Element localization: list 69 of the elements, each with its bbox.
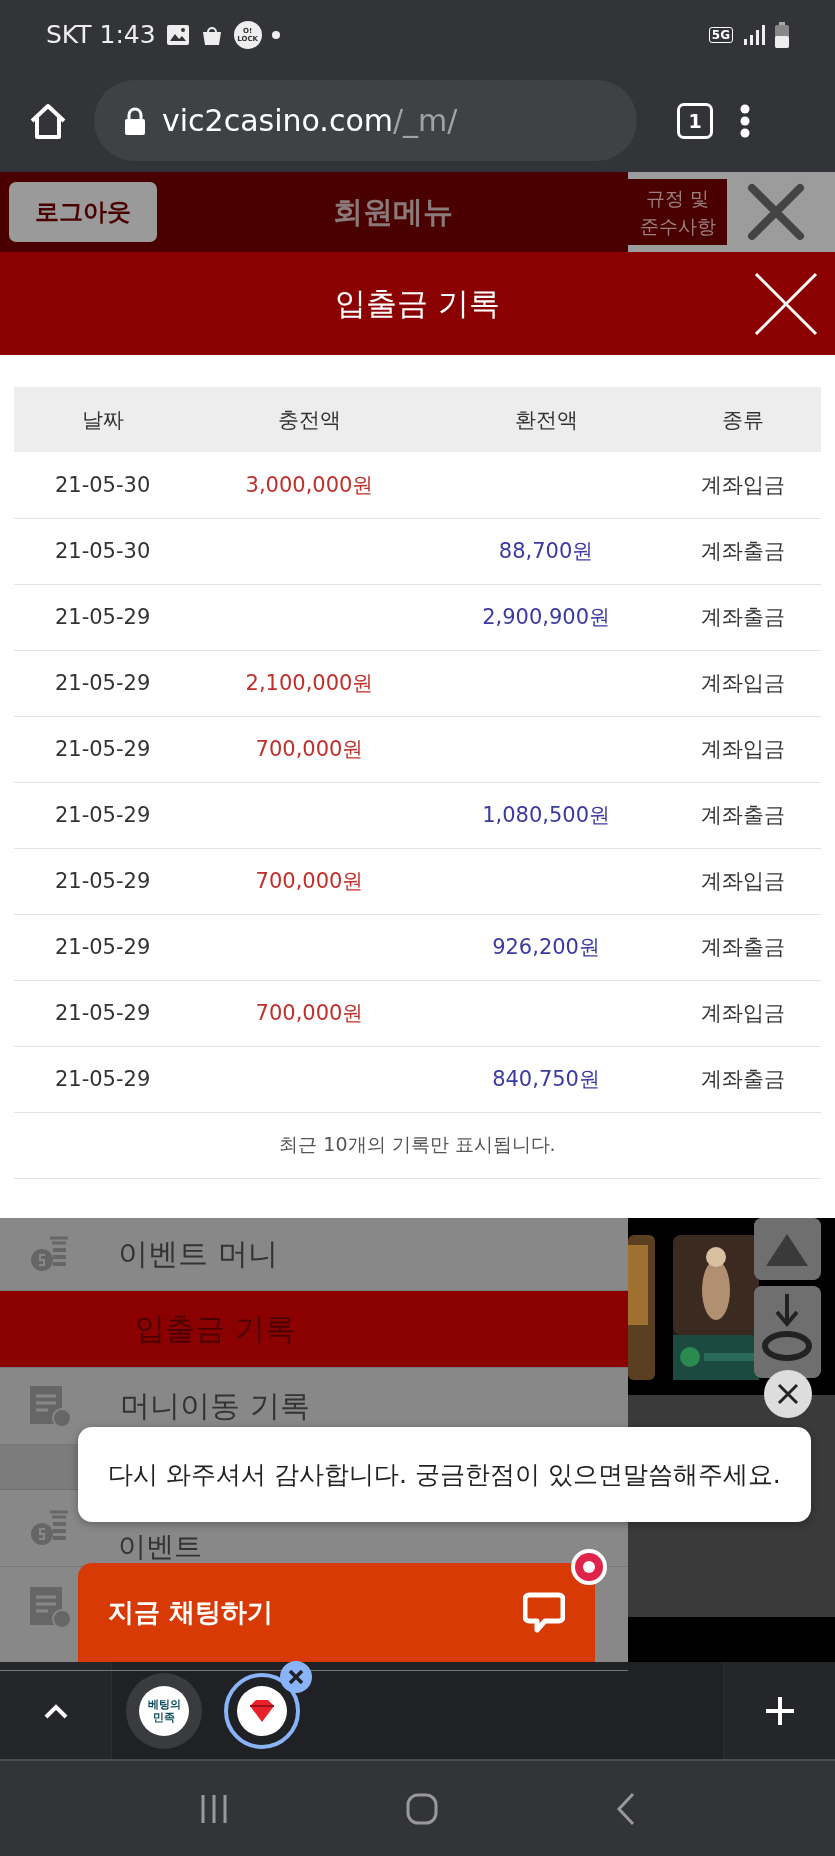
download-icon[interactable] [754, 1286, 821, 1378]
browser-tab[interactable]: 베팅의 민족 [126, 1672, 202, 1749]
amount-cell: 700,000원 [255, 737, 364, 761]
image-icon [165, 23, 190, 46]
document-icon [28, 1384, 72, 1428]
chat-bubble-icon [523, 1591, 565, 1634]
column-header: 환전액 [427, 387, 665, 452]
lock-icon [124, 106, 146, 135]
date-cell: 21-05-29 [54, 1001, 151, 1025]
battery-icon [775, 21, 789, 48]
url-text: vic2casino.com/_m/ [162, 103, 458, 138]
expand-button[interactable] [0, 1662, 112, 1759]
date-cell: 21-05-29 [54, 737, 151, 761]
type-cell: 계좌입금 [700, 1001, 785, 1025]
status-time: SKT 1:43 [46, 20, 156, 49]
more-icon[interactable] [739, 103, 751, 138]
notification-dot-icon [570, 1548, 608, 1586]
home-icon[interactable] [28, 101, 68, 140]
amount-cell: 700,000원 [255, 869, 364, 893]
chat-greeting-toast: 다시 와주셔서 감사합니다. 궁금한점이 있으면말씀해주세요. [78, 1427, 811, 1522]
column-header: 종류 [664, 387, 821, 452]
modal-title: 입출금 기록 [335, 283, 500, 323]
type-cell: 계좌출금 [700, 935, 785, 959]
close-icon[interactable] [280, 1660, 312, 1693]
coins-icon [28, 1510, 70, 1546]
type-cell: 계좌입금 [700, 737, 785, 761]
date-cell: 21-05-29 [54, 869, 151, 893]
site-favicon: 베팅의 민족 [139, 1685, 189, 1736]
amount-cell: 1,080,500원 [482, 803, 610, 827]
coins-icon [28, 1236, 70, 1272]
network-label: 5G [708, 26, 733, 43]
back-icon[interactable] [616, 1791, 637, 1826]
amount-cell: 2,900,900원 [482, 605, 610, 629]
tab-count-button[interactable]: 1 [677, 102, 713, 139]
type-cell: 계좌입금 [700, 869, 785, 893]
gem-icon [248, 1697, 276, 1724]
amount-cell: 88,700원 [498, 539, 594, 563]
type-cell: 계좌출금 [700, 605, 785, 629]
amount-cell: 840,750원 [492, 1067, 600, 1091]
column-header: 날짜 [14, 387, 192, 452]
table-note: 최근 10개의 기록만 표시됩니다. [279, 1133, 556, 1155]
amount-cell: 926,200원 [492, 935, 600, 959]
date-cell: 21-05-29 [54, 803, 151, 827]
amount-cell: 2,100,000원 [245, 671, 374, 695]
type-cell: 계좌출금 [700, 539, 785, 563]
home-button-icon[interactable] [406, 1792, 439, 1825]
logout-button[interactable]: 로그아웃 [9, 182, 157, 242]
plus-icon [764, 1695, 795, 1726]
date-cell: 21-05-29 [54, 935, 151, 959]
chat-button[interactable]: 지금 채팅하기 [78, 1563, 595, 1662]
signal-icon [743, 23, 765, 46]
dot-icon [271, 30, 280, 39]
type-cell: 계좌출금 [700, 803, 785, 827]
date-cell: 21-05-29 [54, 605, 151, 629]
amount-cell: 700,000원 [255, 1001, 364, 1025]
type-cell: 계좌출금 [700, 1067, 785, 1091]
close-icon [777, 1383, 799, 1405]
date-cell: 21-05-29 [54, 1067, 151, 1091]
type-cell: 계좌입금 [700, 472, 785, 497]
date-cell: 21-05-29 [54, 671, 151, 695]
date-cell: 21-05-30 [54, 539, 151, 563]
column-header: 충전액 [191, 387, 428, 452]
address-bar[interactable]: vic2casino.com/_m/ [94, 80, 637, 161]
type-cell: 계좌입금 [700, 671, 785, 695]
amount-cell: 3,000,000원 [245, 472, 374, 497]
rules-link[interactable]: 규정 및 준수사항 [628, 179, 727, 245]
date-cell: 21-05-30 [54, 472, 151, 497]
menu-title: 회원메뉴 [331, 192, 454, 231]
caret-up-icon [42, 1702, 69, 1719]
